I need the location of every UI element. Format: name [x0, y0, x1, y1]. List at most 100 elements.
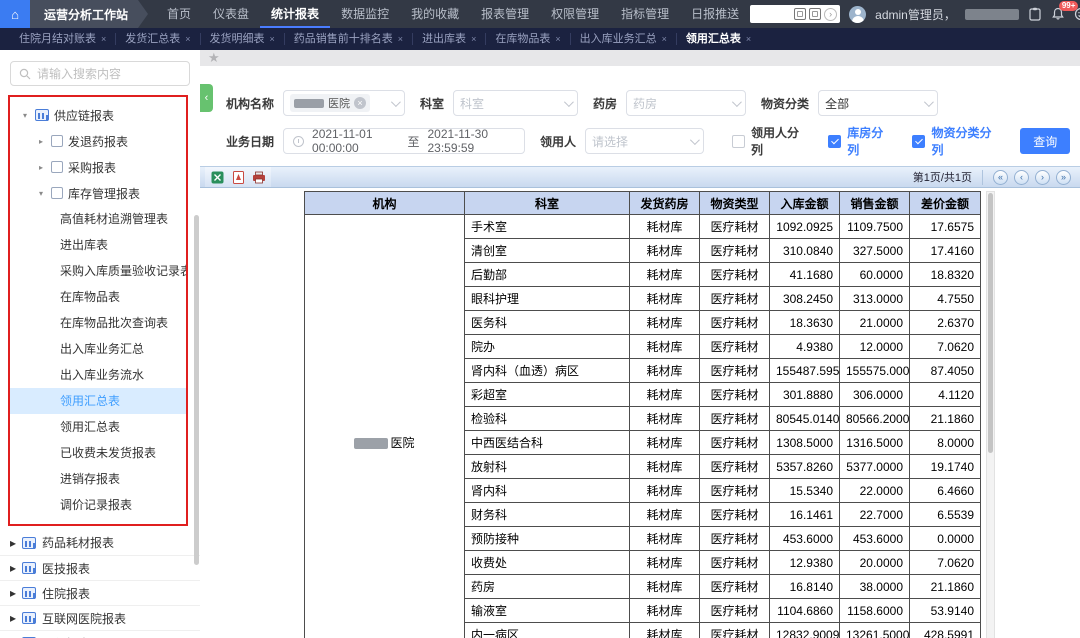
table-cell: 耗材库 — [630, 527, 700, 551]
clipboard-icon[interactable] — [1028, 7, 1042, 21]
last-page-button[interactable]: » — [1056, 170, 1071, 185]
print-icon[interactable] — [251, 169, 267, 185]
tab-close-icon[interactable]: × — [471, 33, 476, 45]
checkbox[interactable] — [912, 135, 925, 148]
sidebar-report-item[interactable]: 采购入库质量验收记录表 — [10, 258, 186, 284]
date-to: 2021-11-30 23:59:59 — [428, 127, 515, 155]
home-icon[interactable]: ⌂ — [0, 0, 30, 28]
caret-icon[interactable]: ▾ — [36, 189, 46, 198]
menu-item[interactable]: 首页 — [156, 0, 202, 28]
sidebar-sub-group[interactable]: ▸ 采购报表 — [10, 154, 186, 180]
tab-close-icon[interactable]: × — [746, 33, 751, 45]
query-button[interactable]: 查询 — [1020, 128, 1070, 154]
sidebar-group[interactable]: ▸ 医技报表 — [0, 555, 200, 580]
redacted-org-prefix — [294, 99, 324, 108]
table-scrollbar-thumb[interactable] — [988, 193, 993, 453]
user-avatar[interactable] — [849, 6, 866, 23]
global-search-input[interactable]: › — [750, 5, 840, 23]
sidebar-search-input[interactable]: 请输入搜索内容 — [10, 61, 190, 86]
sidebar-group[interactable]: ▸ 医保报表 — [0, 630, 200, 638]
menu-item[interactable]: 指标管理 — [610, 0, 680, 28]
sidebar-report-item[interactable]: 进出库表 — [10, 232, 186, 258]
pharmacy-select[interactable]: 药房 — [626, 90, 746, 116]
dept-select[interactable]: 科室 — [453, 90, 578, 116]
caret-right-icon[interactable]: ▸ — [10, 586, 16, 600]
table-cell: 医务科 — [465, 311, 630, 335]
tab-close-icon[interactable]: × — [555, 33, 560, 45]
sidebar-group[interactable]: ▸ 住院报表 — [0, 580, 200, 605]
menu-item[interactable]: 统计报表 — [260, 0, 330, 28]
sidebar-report-item[interactable]: 在库物品批次查询表 — [10, 310, 186, 336]
tab-close-icon[interactable]: × — [398, 33, 403, 45]
sidebar-report-item[interactable]: 领用汇总表 — [10, 388, 186, 414]
caret-right-icon[interactable]: ▸ — [10, 561, 16, 575]
report-tab[interactable]: 住院月结对账表 × — [10, 33, 116, 45]
caret-icon[interactable]: ▸ — [36, 137, 46, 146]
sidebar-report-item[interactable]: 出入库业务汇总 — [10, 336, 186, 362]
sidebar-group[interactable]: ▸ 药品耗材报表 — [0, 530, 200, 555]
search-go-icon[interactable]: › — [824, 8, 837, 21]
org-select[interactable]: 医院 × — [283, 90, 405, 116]
sidebar-report-item[interactable]: 调价记录报表 — [10, 492, 186, 518]
notifications-bell-icon[interactable]: 99+ — [1051, 7, 1065, 21]
table-cell: 耗材库 — [630, 287, 700, 311]
sidebar-scrollbar[interactable] — [194, 215, 199, 565]
report-tab[interactable]: 进出库表 × — [413, 33, 486, 45]
caret-down-icon[interactable]: ▾ — [20, 111, 30, 120]
scan-icon[interactable] — [794, 8, 806, 20]
caret-icon[interactable]: ▸ — [36, 163, 46, 172]
tab-close-icon[interactable]: × — [662, 33, 667, 45]
sidebar-report-item[interactable]: 高值耗材追溯管理表 — [10, 206, 186, 232]
caret-right-icon[interactable]: ▸ — [10, 611, 16, 625]
menu-item[interactable]: 权限管理 — [540, 0, 610, 28]
report-folder-icon — [35, 109, 49, 121]
checkbox-item[interactable]: 库房分列 — [828, 124, 894, 158]
export-excel-icon[interactable] — [209, 169, 225, 185]
report-tab[interactable]: 发货明细表 × — [201, 33, 285, 45]
sidebar-sub-group[interactable]: ▸ 发退药报表 — [10, 128, 186, 154]
sidebar-report-item[interactable]: 进销存报表 — [10, 466, 186, 492]
export-pdf-icon[interactable] — [230, 169, 246, 185]
report-tab[interactable]: 领用汇总表 × — [677, 33, 760, 45]
report-toolbar: 第1页/共1页 « ‹ › » — [200, 166, 1080, 188]
checkbox-item[interactable]: 领用人分列 — [732, 124, 810, 158]
report-tab[interactable]: 出入库业务汇总 × — [571, 33, 677, 45]
tab-close-icon[interactable]: × — [101, 33, 106, 45]
favorite-star-icon[interactable]: ★ — [208, 51, 220, 65]
feedback-smiley-icon[interactable] — [1074, 7, 1080, 21]
sidebar-sub-group[interactable]: ▾ 库存管理报表 — [10, 180, 186, 206]
prev-page-button[interactable]: ‹ — [1014, 170, 1029, 185]
report-tab[interactable]: 发货汇总表 × — [116, 33, 200, 45]
table-cell: 收费处 — [465, 551, 630, 575]
table-scrollbar[interactable] — [986, 191, 995, 638]
sidebar-group[interactable]: ▸ 互联网医院报表 — [0, 605, 200, 630]
tab-close-icon[interactable]: × — [270, 33, 275, 45]
menu-item[interactable]: 数据监控 — [330, 0, 400, 28]
requester-select[interactable]: 请选择 — [585, 128, 704, 154]
capture-icon[interactable] — [809, 8, 821, 20]
sidebar-report-item[interactable]: 领用汇总表 — [10, 414, 186, 440]
menu-item-label: 我的收藏 — [411, 5, 459, 22]
menu-item[interactable]: 仪表盘 — [202, 0, 260, 28]
report-tab[interactable]: 药品销售前十排名表 × — [285, 33, 413, 45]
next-page-button[interactable]: › — [1035, 170, 1050, 185]
first-page-button[interactable]: « — [993, 170, 1008, 185]
sidebar-collapse-button[interactable]: ‹ — [200, 84, 213, 112]
category-select[interactable]: 全部 — [818, 90, 938, 116]
sidebar-report-item[interactable]: 在库物品表 — [10, 284, 186, 310]
tag-close-icon[interactable]: × — [354, 97, 366, 109]
checkbox-item[interactable]: 物资分类分列 — [912, 124, 1002, 158]
sidebar-group-supply-chain[interactable]: ▾ 供应链报表 — [10, 102, 186, 128]
sidebar-report-item[interactable]: 出入库业务流水 — [10, 362, 186, 388]
checkbox[interactable] — [828, 135, 841, 148]
menu-item[interactable]: 日报推送 — [680, 0, 750, 28]
caret-right-icon[interactable]: ▸ — [10, 536, 16, 550]
org-tag-label: 医院 — [328, 95, 350, 111]
menu-item[interactable]: 我的收藏 — [400, 0, 470, 28]
tab-close-icon[interactable]: × — [185, 33, 190, 45]
date-range-input[interactable]: 2021-11-01 00:00:00 至 2021-11-30 23:59:5… — [283, 128, 525, 154]
report-tab[interactable]: 在库物品表 × — [486, 33, 570, 45]
checkbox[interactable] — [732, 135, 745, 148]
sidebar-report-item[interactable]: 已收费未发货报表 — [10, 440, 186, 466]
menu-item[interactable]: 报表管理 — [470, 0, 540, 28]
